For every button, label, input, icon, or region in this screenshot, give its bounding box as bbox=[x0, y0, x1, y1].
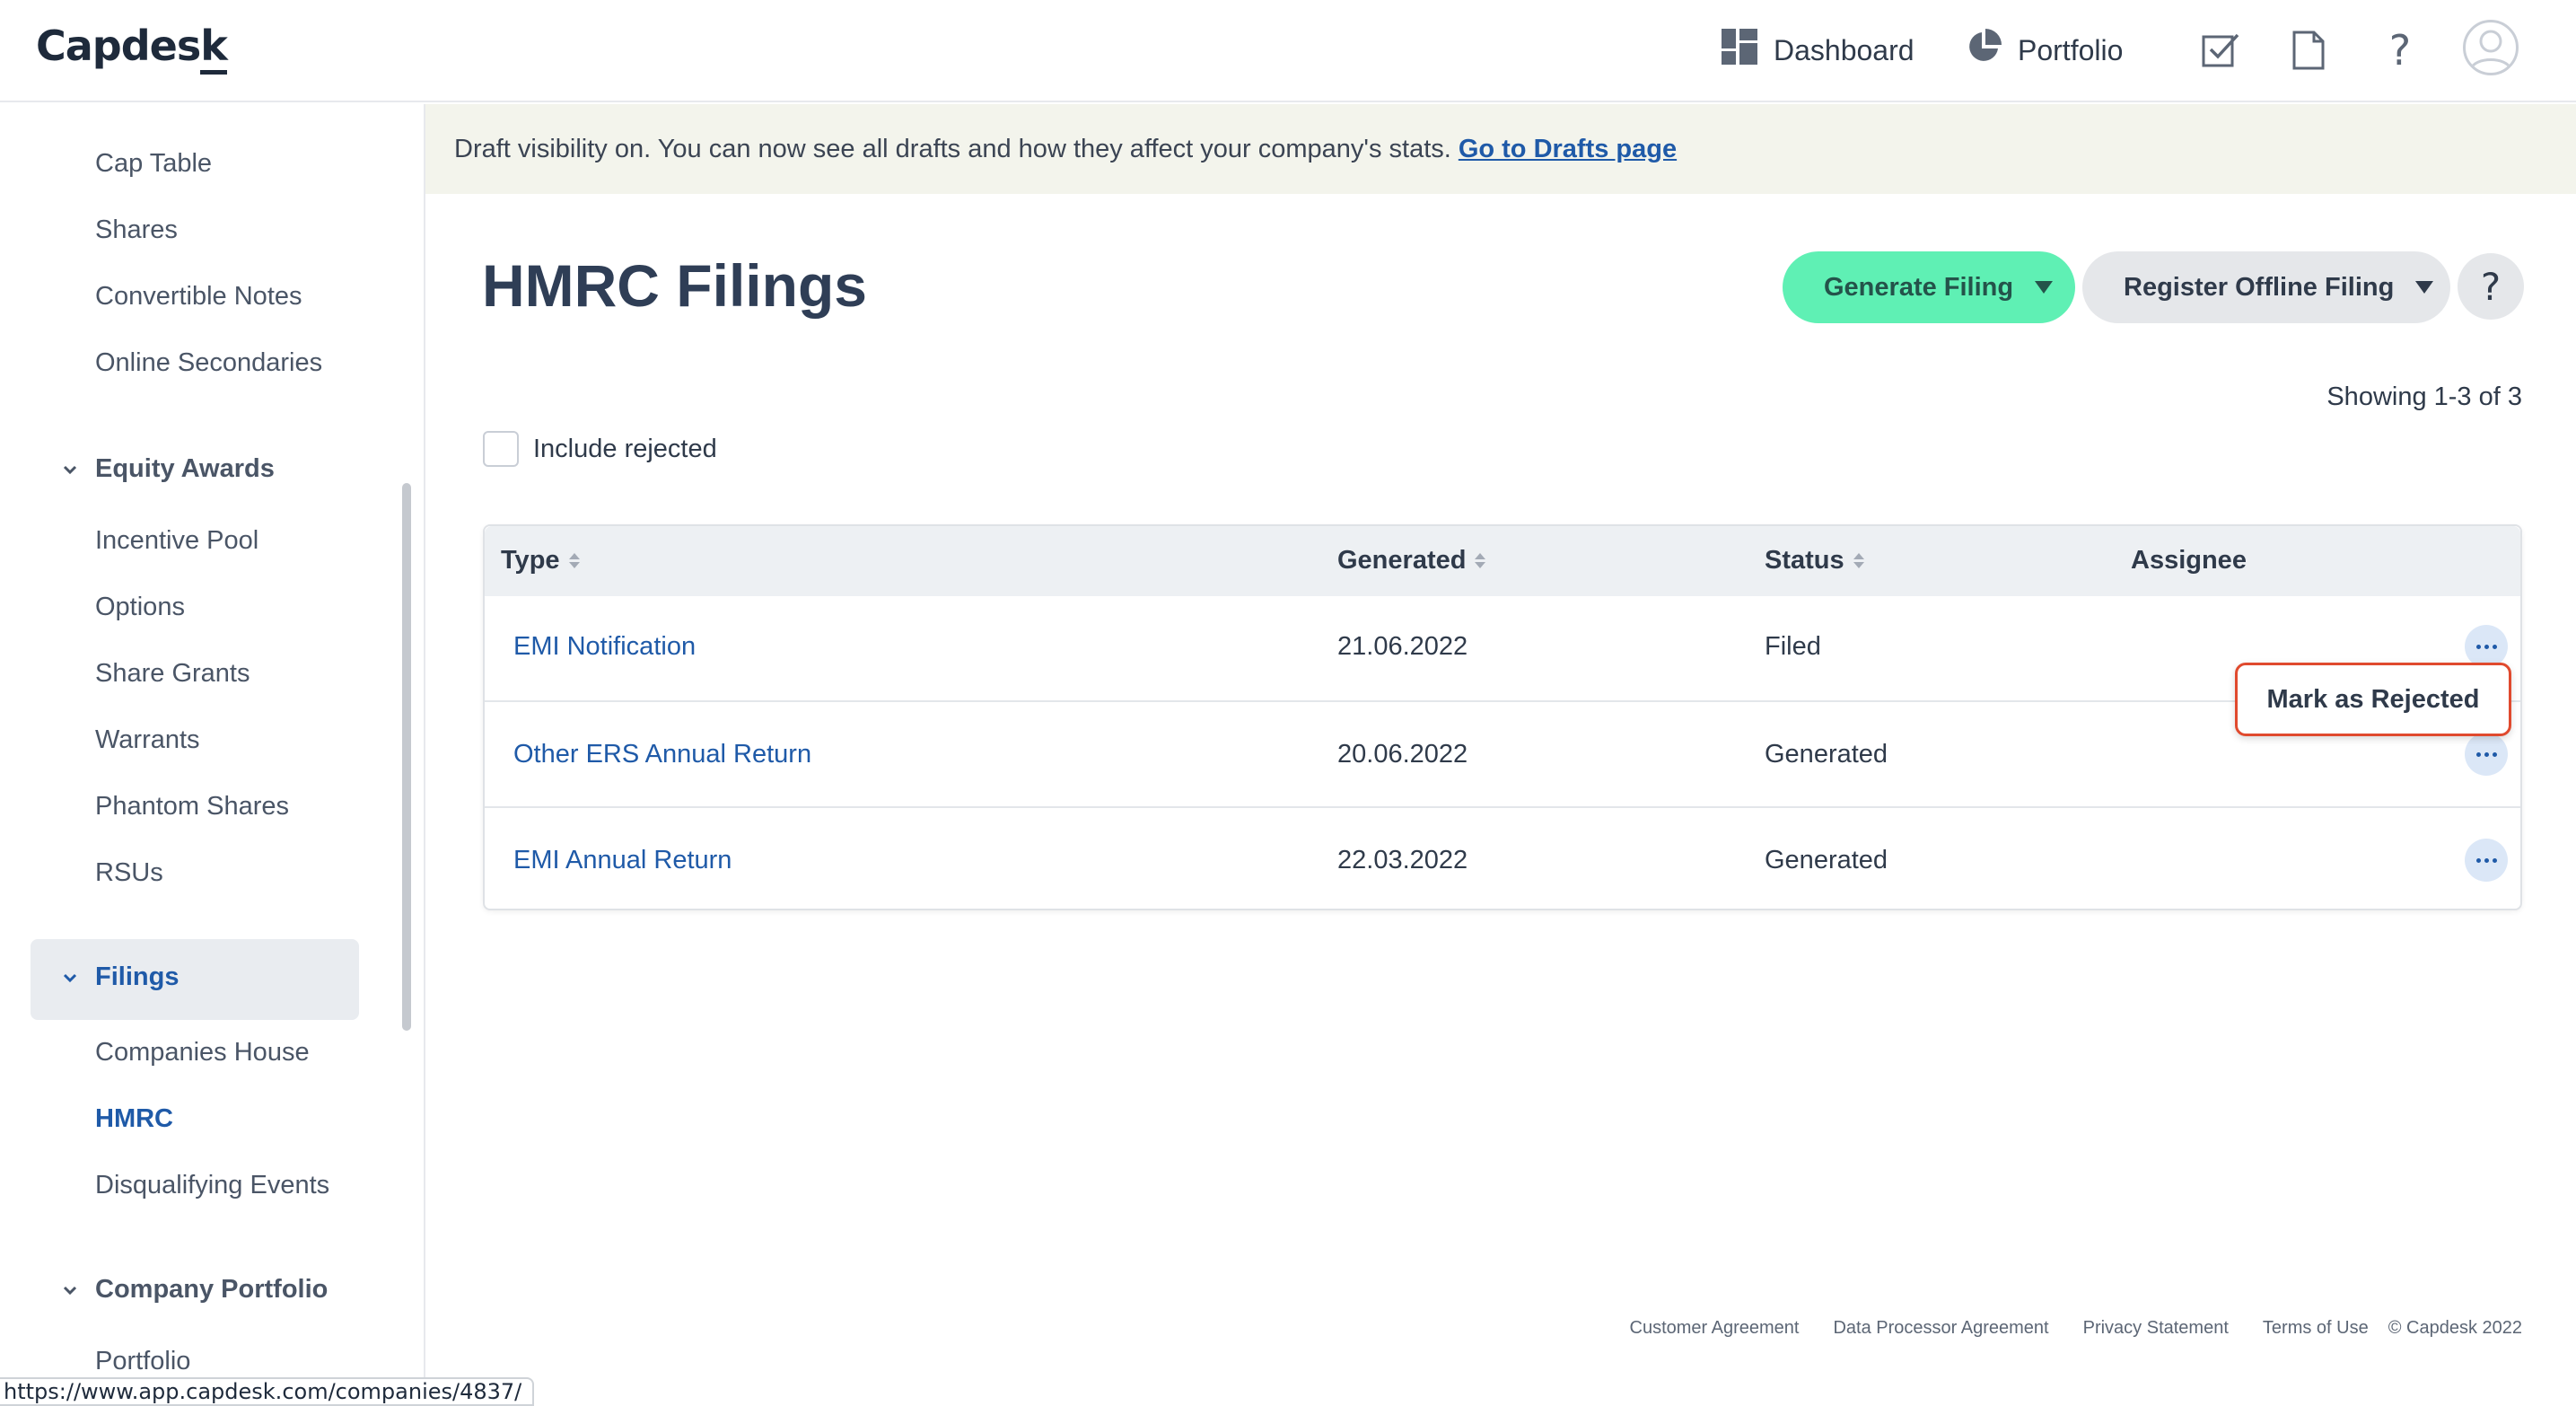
table-row: EMI Notification 21.06.2022 Filed bbox=[485, 594, 2520, 700]
sidebar-item-warrants[interactable]: Warrants bbox=[95, 725, 200, 755]
sidebar-item-disqualifying-events[interactable]: Disqualifying Events bbox=[95, 1171, 329, 1200]
sidebar-item-online-secondaries[interactable]: Online Secondaries bbox=[95, 348, 322, 378]
nav-dashboard[interactable]: Dashboard bbox=[1722, 25, 1914, 75]
more-options-button[interactable] bbox=[2465, 839, 2508, 882]
sidebar-item-hmrc[interactable]: HMRC bbox=[95, 1104, 173, 1134]
sidebar-item-rsus[interactable]: RSUs bbox=[95, 858, 163, 888]
sort-icon bbox=[1853, 553, 1864, 568]
sidebar-scrollbar[interactable] bbox=[402, 483, 411, 1031]
sidebar-group-label: Equity Awards bbox=[95, 454, 275, 483]
sidebar-group-label: Company Portfolio bbox=[95, 1275, 329, 1304]
draft-visibility-banner: Draft visibility on. You can now see all… bbox=[425, 104, 2576, 194]
filing-type-link[interactable]: EMI Annual Return bbox=[513, 846, 732, 875]
filing-status: Generated bbox=[1765, 740, 1888, 769]
footer-terms-of-use[interactable]: Terms of Use bbox=[2263, 1318, 2369, 1339]
nav-dashboard-label: Dashboard bbox=[1774, 33, 1914, 66]
question-icon: ? bbox=[2480, 264, 2502, 309]
generate-filing-button[interactable]: Generate Filing bbox=[1783, 251, 2075, 323]
generated-date: 21.06.2022 bbox=[1337, 632, 1468, 661]
sidebar-item-incentive-pool[interactable]: Incentive Pool bbox=[95, 526, 258, 556]
chevron-down-icon bbox=[63, 1286, 77, 1295]
footer: Customer Agreement Data Processor Agreem… bbox=[1596, 1318, 2523, 1339]
sort-icon bbox=[568, 553, 580, 568]
avatar-icon[interactable] bbox=[2463, 20, 2519, 75]
chevron-down-icon bbox=[63, 465, 77, 474]
footer-privacy-statement[interactable]: Privacy Statement bbox=[2083, 1318, 2229, 1339]
help-icon[interactable]: ? bbox=[2377, 26, 2423, 75]
sidebar-item-shares[interactable]: Shares bbox=[95, 215, 178, 245]
page-title: HMRC Filings bbox=[482, 252, 867, 319]
document-icon[interactable] bbox=[2285, 27, 2332, 74]
filing-type-link[interactable]: Other ERS Annual Return bbox=[513, 740, 811, 769]
include-rejected-checkbox[interactable]: Include rejected bbox=[483, 431, 717, 467]
table-header: Type Generated Status Assignee bbox=[485, 526, 2520, 596]
generate-filing-label: Generate Filing bbox=[1824, 272, 2014, 302]
sidebar-group-filings[interactable]: Filings bbox=[61, 962, 179, 992]
nav-portfolio-label: Portfolio bbox=[2018, 33, 2124, 66]
nav-portfolio[interactable]: Portfolio bbox=[1966, 25, 2123, 75]
register-offline-filing-button[interactable]: Register Offline Filing bbox=[2082, 251, 2450, 323]
sidebar-item-options[interactable]: Options bbox=[95, 593, 185, 622]
caret-down-icon bbox=[2415, 281, 2434, 294]
caret-down-icon bbox=[2035, 281, 2054, 294]
banner-text: Draft visibility on. You can now see all… bbox=[454, 134, 1451, 163]
filing-status: Generated bbox=[1765, 846, 1888, 874]
tasks-checkbox-icon[interactable] bbox=[2197, 27, 2244, 74]
mark-as-rejected-option[interactable]: Mark as Rejected bbox=[2267, 685, 2480, 715]
column-header-assignee: Assignee bbox=[2131, 546, 2247, 575]
status-bar-url: https://www.app.capdesk.com/companies/48… bbox=[0, 1377, 535, 1406]
sidebar-item-convertible-notes[interactable]: Convertible Notes bbox=[95, 282, 302, 312]
sort-icon bbox=[1475, 553, 1486, 568]
column-header-generated[interactable]: Generated bbox=[1337, 546, 1486, 576]
sidebar-item-cap-table[interactable]: Cap Table bbox=[95, 149, 212, 179]
sidebar-group-company-portfolio[interactable]: Company Portfolio bbox=[61, 1275, 328, 1305]
row-actions-dropdown: Mark as Rejected bbox=[2235, 663, 2511, 736]
include-rejected-label: Include rejected bbox=[533, 434, 717, 463]
table-row: EMI Annual Return 22.03.2022 Generated bbox=[485, 806, 2520, 912]
page-help-button[interactable]: ? bbox=[2458, 253, 2524, 320]
filings-table: Type Generated Status Assignee EMI Notif… bbox=[483, 524, 2522, 910]
footer-copyright: © Capdesk 2022 bbox=[2388, 1318, 2522, 1338]
pagination-summary: Showing 1-3 of 3 bbox=[2326, 382, 2522, 411]
chevron-down-icon bbox=[63, 973, 77, 982]
sidebar-group-equity-awards[interactable]: Equity Awards bbox=[61, 454, 275, 484]
footer-customer-agreement[interactable]: Customer Agreement bbox=[1630, 1318, 1800, 1339]
checkbox-box[interactable] bbox=[483, 431, 519, 467]
sidebar-item-companies-house[interactable]: Companies House bbox=[95, 1038, 310, 1068]
more-options-button[interactable] bbox=[2465, 625, 2508, 668]
capdesk-logo[interactable]: Capdesk bbox=[36, 22, 228, 75]
filing-status: Filed bbox=[1765, 632, 1821, 661]
sidebar-item-portfolio[interactable]: Portfolio bbox=[95, 1347, 190, 1376]
sidebar-item-phantom-shares[interactable]: Phantom Shares bbox=[95, 792, 289, 822]
more-options-button[interactable] bbox=[2465, 733, 2508, 776]
dashboard-grid-icon bbox=[1722, 29, 1757, 72]
column-header-type[interactable]: Type bbox=[501, 546, 580, 576]
column-header-status[interactable]: Status bbox=[1765, 546, 1864, 576]
generated-date: 20.06.2022 bbox=[1337, 740, 1468, 769]
sidebar: Cap Table Shares Convertible Notes Onlin… bbox=[0, 104, 425, 1406]
sidebar-group-label: Filings bbox=[95, 962, 180, 991]
register-offline-filing-label: Register Offline Filing bbox=[2124, 272, 2395, 302]
sidebar-item-share-grants[interactable]: Share Grants bbox=[95, 659, 250, 689]
table-row: Other ERS Annual Return 20.06.2022 Gener… bbox=[485, 700, 2520, 806]
generated-date: 22.03.2022 bbox=[1337, 846, 1468, 874]
filing-type-link[interactable]: EMI Notification bbox=[513, 632, 696, 662]
footer-data-processor-agreement[interactable]: Data Processor Agreement bbox=[1833, 1318, 2048, 1339]
top-navigation-bar: Capdesk Dashboard Portfolio ? bbox=[0, 0, 2576, 102]
go-to-drafts-link[interactable]: Go to Drafts page bbox=[1459, 135, 1677, 164]
pie-chart-icon bbox=[1966, 29, 2002, 72]
